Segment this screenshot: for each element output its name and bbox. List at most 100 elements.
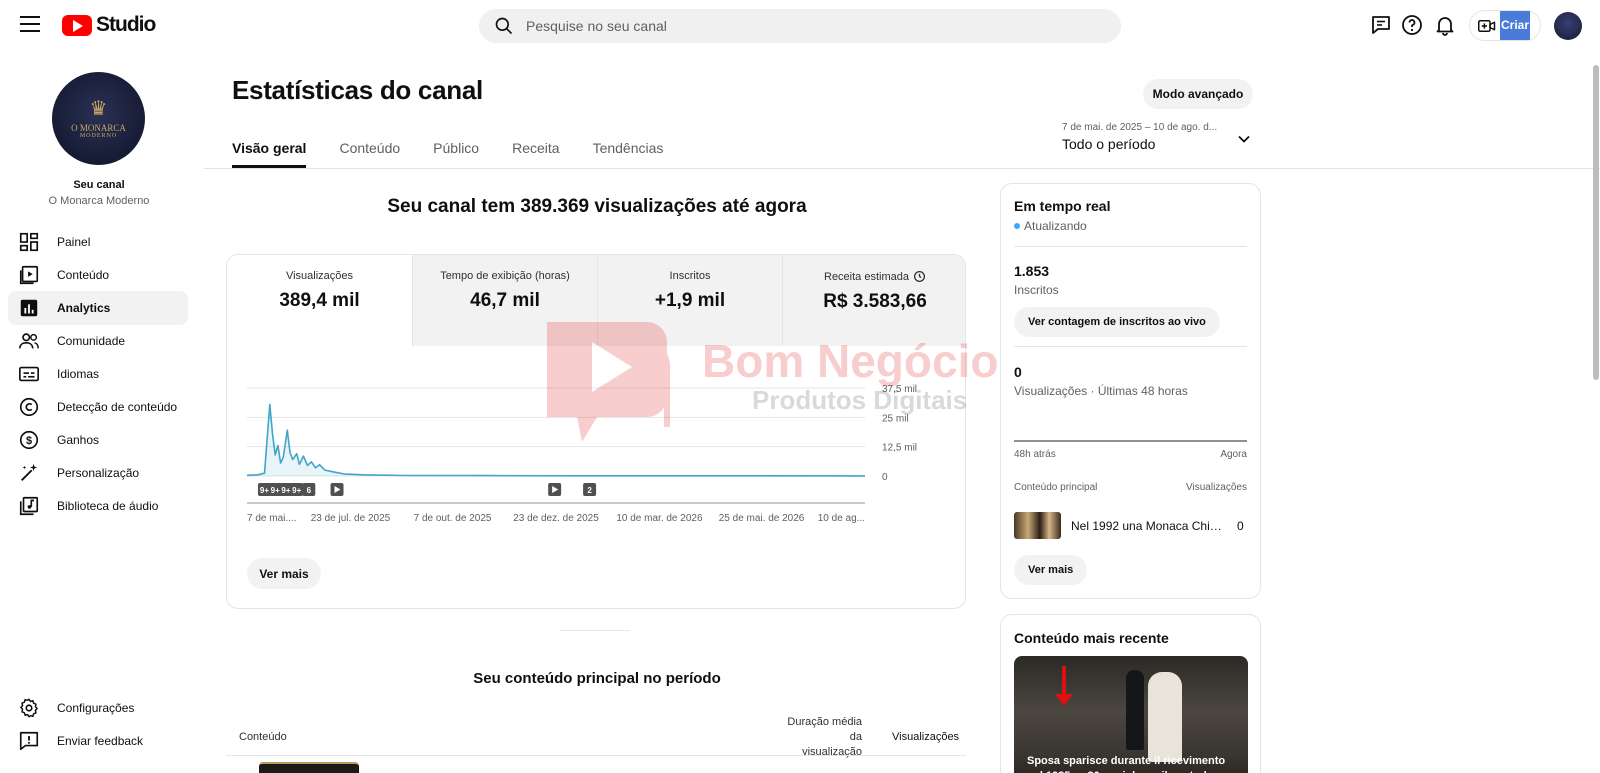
metric-label: Inscritos (669, 270, 711, 282)
youtube-play-icon (62, 14, 92, 36)
y-tick-label: 37,5 mil (882, 384, 917, 395)
sidebar-item-enviar-feedback[interactable]: Enviar feedback (8, 724, 188, 758)
sidebar-item-idiomas[interactable]: Idiomas (8, 357, 188, 391)
channel-name[interactable]: O Monarca Moderno (0, 195, 198, 207)
comments-icon[interactable] (1369, 13, 1393, 37)
realtime-card: Em tempo real Atualizando 1.853 Inscrito… (1000, 183, 1261, 599)
channel-avatar[interactable]: ♛ O MONARCA MODERNO (52, 72, 145, 165)
svg-text:$: $ (26, 435, 32, 447)
sidebar-item-comunidade[interactable]: Comunidade (8, 324, 188, 358)
views-line-chart[interactable]: 012,5 mil25 mil37,5 mil9+ 9+ 9+ 9+ 6 27 de ma… (227, 346, 965, 526)
x-tick-label: 10 de ag... (818, 513, 865, 524)
youtube-studio-logo[interactable]: Studio (62, 13, 156, 37)
metric-tab-views[interactable]: Visualizações 389,4 mil (227, 255, 412, 346)
chart-event-marker-label: 2 (587, 486, 592, 495)
page-title: Estatísticas do canal (232, 75, 483, 105)
col-header-views[interactable]: Visualizações (892, 731, 959, 743)
realtime-axis-end: Agora (1220, 449, 1247, 460)
tab-receita[interactable]: Receita (512, 128, 559, 168)
y-tick-label: 12,5 mil (882, 443, 917, 454)
recent-video-thumbnail[interactable]: Sposa sparisce durante il ricevimento ne… (1014, 656, 1248, 773)
metric-tab-watch-time[interactable]: Tempo de exibição (horas) 46,7 mil (412, 255, 597, 346)
col-header-avg-line1: Duração média da (787, 716, 862, 743)
recent-video-caption: Sposa sparisce durante il ricevimento ne… (1027, 755, 1226, 773)
chart-event-marker-label: 9+ (271, 486, 280, 495)
live-subscriber-count-button[interactable]: Ver contagem de inscritos ao vivo (1014, 307, 1220, 337)
realtime-divider (1014, 346, 1247, 347)
chart-event-marker-label: 9+ (281, 486, 290, 495)
recent-content-title: Conteúdo mais recente (1014, 630, 1169, 646)
metric-value: +1,9 mil (654, 290, 726, 311)
advanced-mode-button[interactable]: Modo avançado (1143, 79, 1253, 109)
chevron-down-icon (1238, 135, 1250, 143)
search-bar[interactable] (479, 9, 1121, 43)
sidebar-item-analytics[interactable]: Analytics (8, 291, 188, 325)
table-divider (226, 755, 966, 756)
chart-event-marker-label: 9+ (292, 486, 301, 495)
section-divider (560, 630, 630, 631)
create-button[interactable]: Criar (1469, 10, 1541, 41)
tab-tendencias[interactable]: Tendências (593, 128, 664, 168)
metric-tab-subscribers[interactable]: Inscritos +1,9 mil (597, 255, 782, 346)
sidebar-item-label: Biblioteca de áudio (57, 499, 159, 513)
col-header-avg-duration[interactable]: Duração média da visualização (776, 715, 862, 760)
col-header-content: Conteúdo (239, 731, 287, 743)
search-input[interactable] (526, 18, 1086, 34)
logo-text: Studio (96, 13, 156, 36)
date-range-text: 7 de mai. de 2025 – 10 de ago. d... (1062, 122, 1218, 133)
top-content-label: Conteúdo principal (1014, 482, 1098, 493)
col-header-avg-line2: visualização (802, 746, 862, 758)
period-text: Todo o período (1062, 136, 1156, 152)
sidebar-item-personalizacao[interactable]: Personalização (8, 456, 188, 490)
realtime-chart-baseline[interactable] (1014, 440, 1247, 442)
sidebar-item-conteudo[interactable]: Conteúdo (8, 258, 188, 292)
x-tick-label: 7 de mai.... (247, 513, 296, 524)
top-content-title: Seu conteúdo principal no período (473, 670, 721, 687)
video-thumbnail[interactable] (259, 762, 359, 773)
x-tick-label: 10 de mar. de 2026 (616, 513, 703, 524)
realtime-title: Em tempo real (1014, 198, 1111, 214)
chart-event-marker-label: 9+ (260, 486, 269, 495)
sidebar-item-label: Personalização (57, 466, 140, 480)
metric-tab-revenue[interactable]: Receita estimada R$ 3.583,66 (782, 255, 965, 346)
x-tick-label: 23 de dez. de 2025 (513, 513, 599, 524)
copyright-icon (19, 397, 39, 417)
see-more-button[interactable]: Ver mais (247, 558, 321, 589)
sidebar-item-painel[interactable]: Painel (8, 225, 188, 259)
sidebar-item-deteccao-de-conteudo[interactable]: Detecção de conteúdo (8, 390, 188, 424)
clock-icon (913, 270, 926, 283)
tab-publico[interactable]: Público (433, 128, 479, 168)
chart-area (247, 404, 865, 476)
metric-label: Receita estimada (824, 270, 909, 283)
realtime-see-more-button[interactable]: Ver mais (1014, 555, 1088, 585)
tab-conteudo[interactable]: Conteúdo (339, 128, 400, 168)
metric-label: Visualizações (285, 270, 354, 282)
menu-icon[interactable] (20, 16, 40, 34)
notifications-bell-icon[interactable] (1433, 13, 1457, 37)
overview-card: Visualizações 389,4 mil Tempo de exibiçã… (226, 254, 966, 609)
date-range-picker[interactable]: 7 de mai. de 2025 – 10 de ago. d... Todo… (1062, 122, 1255, 156)
chart-event-marker-label: 6 (307, 486, 312, 495)
create-button-label: Criar (1500, 11, 1531, 40)
help-icon[interactable] (1400, 13, 1424, 37)
account-avatar[interactable] (1554, 12, 1582, 40)
top-video-thumbnail[interactable] (1014, 512, 1061, 539)
sidebar-item-label: Comunidade (57, 334, 126, 348)
recent-content-card: Conteúdo mais recente Sposa sparisce dur… (1000, 614, 1261, 773)
page-scrollbar[interactable] (1592, 55, 1600, 385)
sidebar-item-biblioteca-de-audio[interactable]: Biblioteca de áudio (8, 489, 188, 523)
sidebar-item-label: Painel (57, 235, 91, 249)
realtime-status-text: Atualizando (1024, 219, 1087, 233)
metric-value: 46,7 mil (470, 290, 540, 311)
top-video-title[interactable]: Nel 1992 una Monaca Chiesa... (1071, 519, 1223, 533)
dashboard-icon (19, 232, 39, 252)
tab-visao-geral[interactable]: Visão geral (232, 128, 307, 168)
realtime-views-count: 0 (1014, 364, 1022, 380)
audio-library-icon (19, 496, 39, 516)
scrollbar-thumb[interactable] (1593, 65, 1599, 380)
sidebar-item-configuracoes[interactable]: Configurações (8, 691, 188, 725)
views-col-label: Visualizações (1186, 482, 1247, 493)
sidebar-item-ganhos[interactable]: $ Ganhos (8, 423, 188, 457)
metric-label: Tempo de exibição (horas) (440, 270, 570, 282)
magic-wand-icon (21, 463, 38, 481)
